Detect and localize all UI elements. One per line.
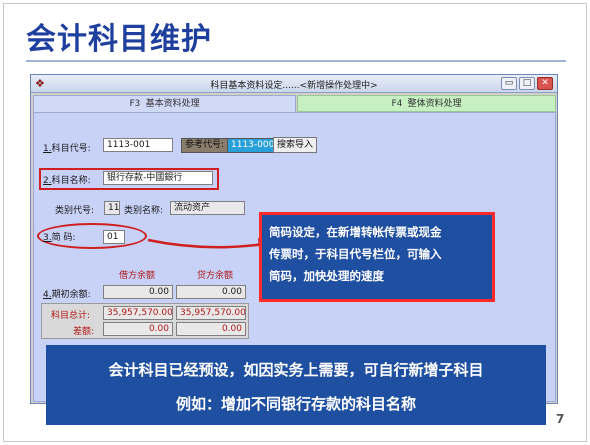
- minimize-button[interactable]: ▭: [501, 77, 517, 90]
- account-name-label: 2.科目名称:: [43, 173, 91, 186]
- tab-basic-data[interactable]: F3 基本资料处理: [33, 95, 296, 112]
- opening-balance-key: 4.: [43, 290, 52, 300]
- credit-balance-header: 贷方余额: [197, 271, 234, 281]
- short-code-label: 3.简 码:: [43, 230, 76, 243]
- summary-banner: 会计科目已经预设，如因实务上需要，可自行新增子科目 例如：增加不同银行存款的科目…: [46, 345, 546, 425]
- callout-line-3: 简码，加快处理的速度: [269, 269, 384, 283]
- short-code-callout: 简码设定，在新增转帐传票或现金 传票时，于科目代号栏位，可输入 简码，加快处理的…: [259, 212, 495, 302]
- tab-overall-data[interactable]: F4 整体资料处理: [297, 95, 556, 112]
- difference-debit-field: 0.00: [103, 322, 173, 336]
- title-divider: [26, 60, 566, 62]
- banner-line-2: 例如：增加不同银行存款的科目名称: [175, 395, 416, 413]
- account-code-key: 1.: [43, 144, 52, 154]
- difference-credit-field: 0.00: [176, 322, 246, 336]
- short-code-key: 3.: [43, 233, 52, 243]
- category-name-label: 类别名称:: [124, 206, 164, 216]
- close-button[interactable]: ✕: [537, 77, 553, 90]
- difference-label: 差额:: [73, 327, 95, 337]
- callout-arrow: [147, 238, 270, 250]
- reference-code-field[interactable]: 1113-000: [227, 138, 279, 153]
- category-code-field: 11: [104, 201, 120, 215]
- opening-balance-label: 4.期初余额:: [43, 287, 91, 300]
- category-code-label: 类别代号:: [55, 206, 95, 216]
- account-name-text: 科目名称:: [51, 176, 91, 186]
- total-debit-field: 35,957,570.00: [103, 306, 173, 320]
- debit-balance-header: 借方余额: [119, 271, 156, 281]
- reference-code-label: 参考代号:: [181, 138, 229, 153]
- account-name-field[interactable]: 银行存款-中國銀行: [103, 171, 213, 185]
- slide-title: 会计科目维护: [26, 22, 212, 57]
- account-code-field[interactable]: 1113-001: [103, 138, 173, 152]
- opening-debit-field[interactable]: 0.00: [103, 285, 173, 299]
- account-name-key: 2.: [43, 176, 52, 186]
- short-code-field[interactable]: 01: [103, 230, 125, 244]
- account-code-label: 1.科目代号:: [43, 141, 91, 154]
- total-credit-field: 35,957,570.00: [176, 306, 246, 320]
- search-import-button[interactable]: 搜索导入: [273, 137, 318, 153]
- opening-balance-text: 期初余额:: [51, 290, 91, 300]
- short-code-text: 简 码:: [51, 233, 76, 243]
- window-titlebar[interactable]: ❖ 科目基本资料设定......<新增操作处理中> ▭ □ ✕: [31, 75, 557, 93]
- callout-line-1: 简码设定，在新增转帐传票或现金: [269, 225, 442, 239]
- page-number: 7: [556, 412, 565, 426]
- account-total-label: 科目总计:: [51, 311, 91, 321]
- maximize-button[interactable]: □: [519, 77, 535, 90]
- category-name-field: 流动资产: [170, 201, 245, 215]
- account-code-text: 科目代号:: [51, 144, 91, 154]
- opening-credit-field[interactable]: 0.00: [176, 285, 246, 299]
- banner-line-1: 会计科目已经预设，如因实务上需要，可自行新增子科目: [108, 361, 484, 379]
- callout-line-2: 传票时，于科目代号栏位，可输入: [269, 247, 442, 261]
- window-title: 科目基本资料设定......<新增操作处理中>: [210, 81, 378, 91]
